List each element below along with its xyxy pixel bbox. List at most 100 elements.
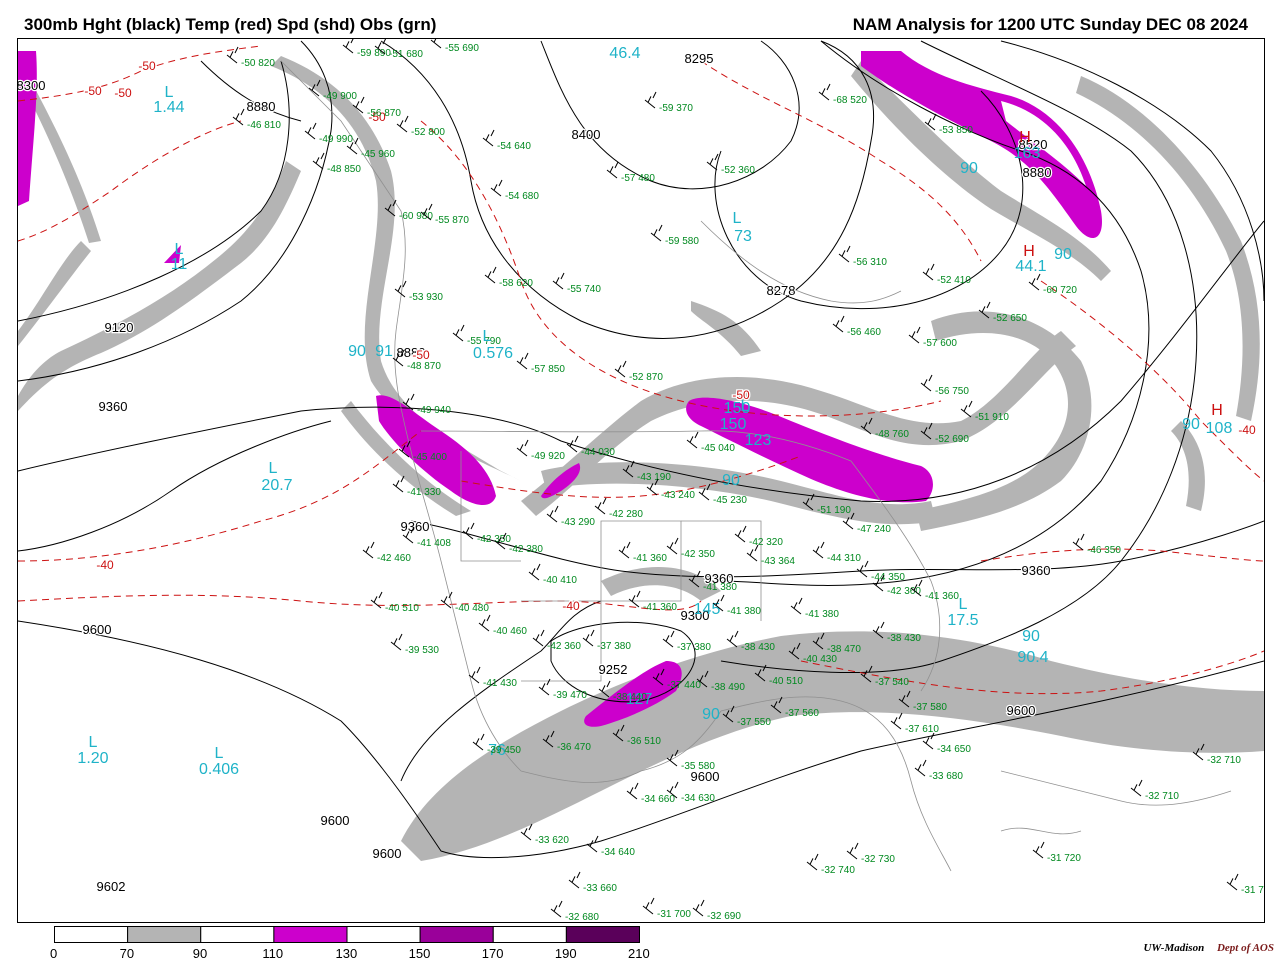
observation-label: -32 740	[821, 865, 855, 876]
speed-label: 123	[745, 432, 772, 449]
observation-label: -45 400	[413, 452, 447, 463]
colorbar-tick-label: 110	[262, 946, 284, 961]
temperature-label: -40	[1238, 423, 1256, 437]
observation-label: -37 580	[913, 702, 947, 713]
temperature-label: -50	[84, 84, 102, 98]
height-label: 8295	[685, 51, 714, 66]
temp-contour	[18, 45, 262, 102]
weather-map: 8400829588808880888091209360936093609360…	[18, 39, 1264, 922]
observation-label: -39 470	[553, 690, 587, 701]
colorbar-tick-label: 190	[554, 946, 577, 961]
wind-barb	[922, 263, 935, 281]
observation-label: -38 430	[887, 633, 921, 644]
shade-band	[1076, 76, 1260, 421]
observation-label: -35 580	[681, 761, 715, 772]
height-contour	[18, 40, 333, 382]
observation-label: -51 190	[817, 505, 851, 516]
observation-label: -55 690	[445, 43, 479, 54]
observation-label: -60 980	[399, 211, 433, 222]
low-pressure-marker: L	[733, 210, 742, 227]
wind-barb	[484, 266, 497, 284]
observation-label: -54 640	[497, 141, 531, 152]
observation-label: -42 320	[749, 537, 783, 548]
wind-barb	[532, 629, 545, 647]
observation-label: -40 510	[769, 676, 803, 687]
observation-label: -59 890	[357, 48, 391, 59]
observation-label: -44 030	[581, 447, 615, 458]
height-label: 9600	[83, 622, 112, 637]
observation-label: -34 640	[601, 847, 635, 858]
observation-label: -54 680	[505, 191, 539, 202]
observation-label: -41 360	[633, 553, 667, 564]
observation-label: -44 350	[871, 572, 905, 583]
wind-barb	[1226, 873, 1239, 891]
observation-label: -32 710	[1145, 791, 1179, 802]
height-label: 9360	[99, 399, 128, 414]
wind-barb	[734, 525, 747, 543]
low-pressure-marker: L	[269, 460, 278, 477]
wind-barb	[430, 39, 442, 49]
observation-label: -41 330	[407, 487, 441, 498]
wind-barb	[618, 541, 631, 559]
speed-label: 1.44	[153, 99, 184, 116]
speed-label: 90	[722, 472, 740, 489]
wind-barb	[394, 280, 407, 298]
observation-label: -48 760	[875, 429, 909, 440]
height-label: 9600	[373, 846, 402, 861]
height-contour	[380, 40, 875, 339]
observation-label: -33 620	[535, 835, 569, 846]
shade-band	[861, 51, 1102, 238]
height-label: 9360	[1022, 563, 1051, 578]
high-pressure-marker: H	[1211, 402, 1223, 419]
observation-label: -55 870	[435, 215, 469, 226]
speed-label: 17.5	[947, 612, 978, 629]
wind-barb	[594, 497, 607, 515]
high-pressure-marker: H	[1023, 243, 1035, 260]
observation-label: -58 620	[499, 278, 533, 289]
observation-label: -57 480	[621, 173, 655, 184]
wind-barb	[1028, 273, 1041, 291]
observation-label: -31 700	[657, 909, 691, 920]
wind-barb	[546, 505, 559, 523]
temperature-label: -40	[96, 558, 114, 572]
colorbar-cell	[492, 926, 567, 943]
observation-label: -41 430	[483, 678, 517, 689]
high-pressure-marker: H	[1019, 129, 1031, 146]
observation-label: -31 780	[1241, 885, 1264, 896]
observation-label: -43 364	[761, 556, 795, 567]
observation-label: -37 380	[597, 641, 631, 652]
shade-band	[18, 51, 37, 206]
observation-label: -53 850	[939, 125, 973, 136]
observation-label: -42 360	[887, 586, 921, 597]
temp-contour	[420, 120, 942, 417]
observation-label: -56 460	[847, 327, 881, 338]
height-label: 9600	[1007, 703, 1036, 718]
observation-label: -41 380	[805, 609, 839, 620]
colorbar-cell	[54, 926, 129, 943]
wind-barb	[462, 522, 475, 540]
observation-label: -52 690	[935, 434, 969, 445]
observation-label: -45 040	[701, 443, 735, 454]
observation-label: -44 310	[827, 553, 861, 564]
colorbar-cells	[54, 926, 640, 943]
wind-barb	[644, 91, 657, 109]
observation-label: -42 350	[681, 549, 715, 560]
observation-label: -55 740	[567, 284, 601, 295]
observation-label: -56 310	[853, 257, 887, 268]
height-label: 8400	[572, 127, 601, 142]
height-label: 8880	[247, 99, 276, 114]
observation-label: -45 230	[713, 495, 747, 506]
wind-barb	[516, 352, 529, 370]
observation-label: -38 440	[613, 692, 647, 703]
colorbar-cell	[273, 926, 348, 943]
wind-barb	[846, 842, 859, 860]
wind-barb	[1032, 841, 1045, 859]
speed-label: 150	[720, 416, 747, 433]
observation-label: -41 360	[643, 602, 677, 613]
speed-label: 90	[348, 343, 366, 360]
low-pressure-marker: L	[959, 596, 968, 613]
colorbar-tick-label: 210	[628, 946, 650, 961]
speed-label: 90	[702, 706, 720, 723]
observation-label: -53 930	[409, 292, 443, 303]
temperature-label: -40	[562, 599, 580, 613]
